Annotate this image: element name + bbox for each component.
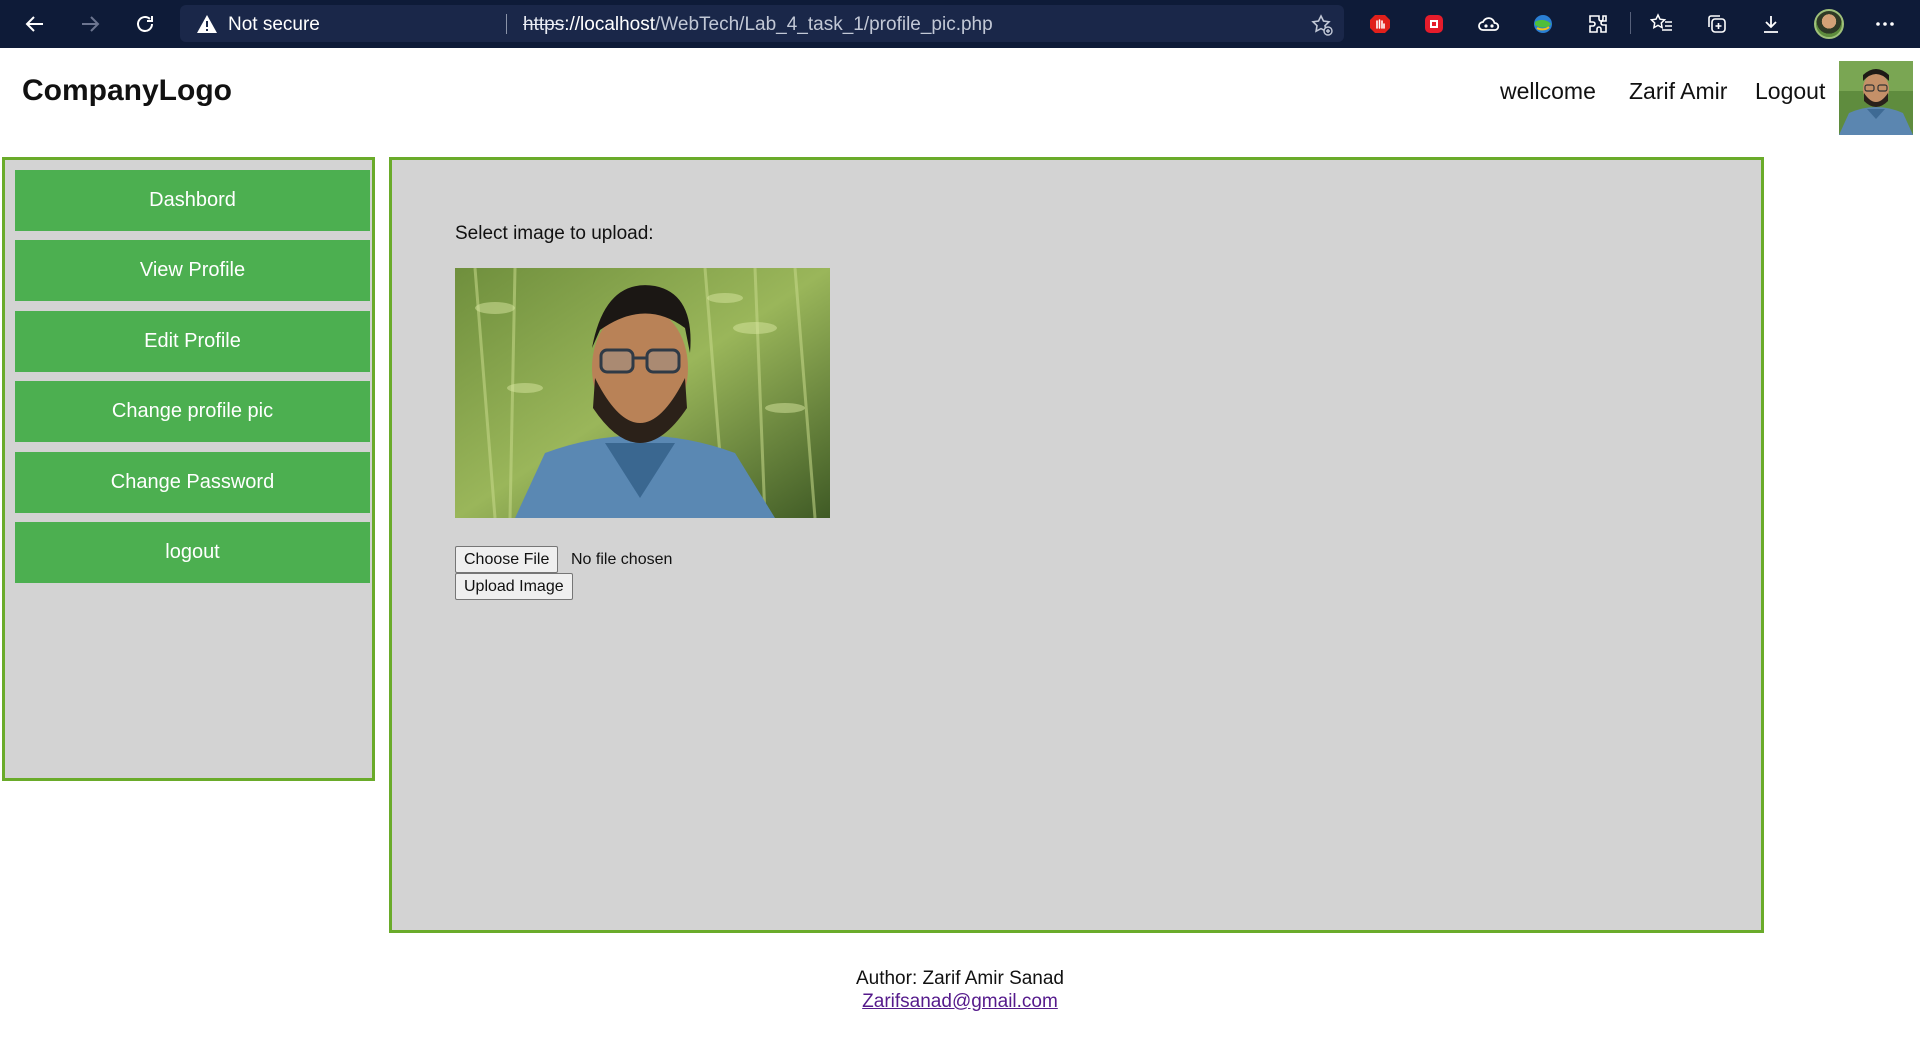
extension-red-square-icon[interactable]	[1420, 10, 1448, 38]
upload-image-button[interactable]: Upload Image	[455, 573, 573, 600]
url-protocol: https	[523, 14, 565, 35]
file-status: No file chosen	[571, 551, 673, 568]
sidebar-item-view-profile[interactable]: View Profile	[15, 240, 370, 301]
main-panel: Select image to upload: Choose File No f…	[389, 157, 1764, 933]
downloads-icon[interactable]	[1757, 10, 1785, 38]
logout-link[interactable]: Logout	[1755, 78, 1825, 105]
sidebar-item-dashboard[interactable]: Dashbord	[15, 170, 370, 231]
address-bar[interactable]: Not secure https://localhost/WebTech/Lab…	[180, 5, 1344, 42]
sidebar-item-edit-profile[interactable]: Edit Profile	[15, 311, 370, 372]
sidebar-item-logout[interactable]: logout	[15, 522, 370, 583]
sidebar-item-change-password[interactable]: Change Password	[15, 452, 370, 513]
choose-file-button[interactable]: Choose File	[455, 546, 559, 573]
url-text[interactable]: https://localhost/WebTech/Lab_4_task_1/p…	[523, 14, 993, 36]
sidebar: Dashbord View Profile Edit Profile Chang…	[2, 157, 375, 781]
forward-icon[interactable]	[74, 8, 106, 40]
favorites-icon[interactable]	[1648, 10, 1676, 38]
footer-email-link[interactable]: Zarifsanad@gmail.com	[862, 991, 1058, 1012]
footer-author: Author: Zarif Amir Sanad	[855, 968, 1065, 989]
avatar	[1839, 61, 1913, 135]
more-menu-icon[interactable]	[1871, 10, 1899, 38]
welcome-text: wellcome	[1500, 78, 1596, 104]
collections-icon[interactable]	[1703, 10, 1731, 38]
company-logo: CompanyLogo	[22, 74, 232, 107]
extension-cloud-icon[interactable]	[1475, 10, 1503, 38]
footer-email-container: Zarifsanad@gmail.com	[0, 991, 1920, 1013]
toolbar-divider	[1630, 12, 1631, 34]
url-path: /WebTech/Lab_4_task_1/profile_pic.php	[655, 14, 993, 35]
browser-toolbar: Not secure https://localhost/WebTech/Lab…	[0, 0, 1920, 48]
page: CompanyLogo wellcome Zarif Amir Logout D…	[0, 48, 1920, 1038]
extension-globe-icon[interactable]	[1529, 10, 1557, 38]
username-text: Zarif Amir	[1629, 78, 1728, 104]
extensions-puzzle-icon[interactable]	[1584, 10, 1612, 38]
extension-red-hand-icon[interactable]	[1366, 10, 1394, 38]
back-icon[interactable]	[19, 8, 51, 40]
upload-label: Select image to upload:	[455, 223, 654, 244]
reload-icon[interactable]	[129, 8, 161, 40]
profile-avatar-icon[interactable]	[1814, 9, 1844, 39]
warning-icon[interactable]	[196, 14, 218, 34]
url-host: ://localhost	[564, 14, 656, 35]
security-label[interactable]: Not secure	[228, 14, 320, 36]
sidebar-item-change-profile-pic[interactable]: Change profile pic	[15, 381, 370, 442]
profile-photo	[455, 268, 830, 518]
add-favorite-icon[interactable]	[1310, 13, 1334, 37]
address-divider	[506, 14, 507, 34]
